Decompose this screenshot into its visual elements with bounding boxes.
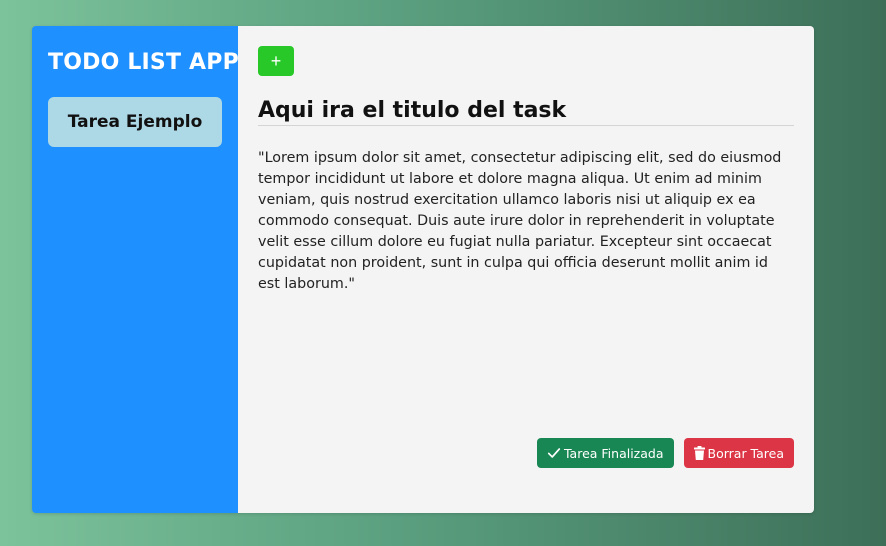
delete-task-label: Borrar Tarea <box>707 445 785 461</box>
finish-task-label: Tarea Finalizada <box>563 445 664 461</box>
app-title: TODO LIST APP <box>48 50 239 75</box>
task-description: "Lorem ipsum dolor sit amet, consectetur… <box>258 150 782 292</box>
sidebar: TODO LIST APP Tarea Ejemplo <box>32 26 239 513</box>
plus-icon: + <box>270 51 282 71</box>
main-panel: + Aqui ira el titulo del task "Lorem ips… <box>238 26 814 513</box>
trash-icon <box>693 446 705 460</box>
sidebar-item-label: Tarea Ejemplo <box>67 112 203 132</box>
task-title: Aqui ira el titulo del task <box>258 98 794 126</box>
delete-task-button[interactable]: Borrar Tarea <box>683 438 794 468</box>
check-icon <box>547 446 561 460</box>
add-task-button[interactable]: + <box>258 46 294 76</box>
app-window: TODO LIST APP Tarea Ejemplo + Aqui ira e… <box>32 26 814 513</box>
sidebar-item-tarea-ejemplo[interactable]: Tarea Ejemplo <box>48 97 222 147</box>
finish-task-button[interactable]: Tarea Finalizada <box>536 438 674 468</box>
task-actions: Tarea Finalizada Borrar Tarea <box>536 438 794 468</box>
